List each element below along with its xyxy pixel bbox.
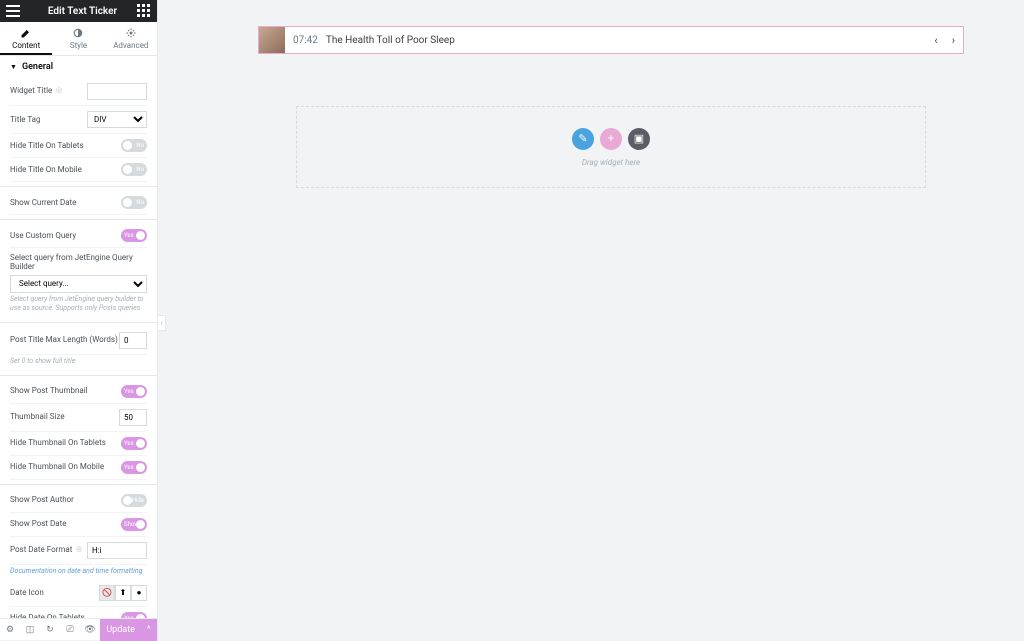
- icon-opt-none[interactable]: 🚫: [99, 585, 115, 601]
- tab-advanced[interactable]: Advanced: [105, 22, 157, 55]
- pencil-icon: [20, 27, 32, 39]
- date-doc-link[interactable]: Documentation on date and time formattin…: [10, 565, 147, 580]
- caret-down-icon: ▼: [10, 63, 17, 71]
- panel-footer: ⚙ ◫ ↻ ⎚ 👁 Update ^: [0, 618, 157, 640]
- date-format-label: Post Date Format⊕: [10, 545, 87, 556]
- hide-date-tablets-toggle[interactable]: Yes: [121, 612, 147, 618]
- drop-zone-text: Drag widget here: [582, 158, 640, 167]
- update-button[interactable]: Update ^: [100, 619, 157, 641]
- hide-thumb-mobile-label: Hide Thumbnail On Mobile: [10, 462, 121, 472]
- update-label: Update: [106, 625, 135, 635]
- post-title-max-input[interactable]: [119, 332, 147, 349]
- thumb-size-input[interactable]: [119, 409, 147, 426]
- hide-thumb-tablets-toggle[interactable]: Yes: [121, 437, 147, 450]
- hide-title-mobile-label: Hide Title On Mobile: [10, 165, 121, 175]
- show-date-toggle[interactable]: Show: [121, 518, 147, 531]
- dynamic-icon[interactable]: ⊕: [75, 545, 83, 555]
- tab-style[interactable]: Style: [52, 22, 104, 55]
- menu-icon[interactable]: [6, 5, 20, 17]
- preview-button[interactable]: 👁: [80, 619, 100, 641]
- hide-title-tablets-toggle[interactable]: No: [121, 139, 147, 152]
- date-icon-options: 🚫 ⬆ ●: [99, 585, 147, 601]
- controls-panel: ▼ General Widget Title⊕ Title Tag DIV Hi…: [0, 56, 157, 618]
- drop-zone[interactable]: ✎ + ▣ Drag widget here: [296, 106, 926, 188]
- style-icon: [72, 27, 84, 39]
- select-query-label: Select query from JetEngine Query Builde…: [10, 248, 147, 271]
- icon-opt-library[interactable]: ●: [131, 585, 147, 601]
- hide-thumb-tablets-label: Hide Thumbnail On Tablets: [10, 438, 121, 448]
- add-section-button[interactable]: ✎: [572, 128, 594, 150]
- show-thumb-label: Show Post Thumbnail: [10, 386, 121, 396]
- show-current-date-toggle[interactable]: No: [121, 196, 147, 209]
- select-query-select[interactable]: Select query...: [10, 275, 147, 293]
- panel-tabs: Content Style Advanced: [0, 22, 157, 56]
- use-custom-query-label: Use Custom Query: [10, 231, 121, 241]
- tab-advanced-label: Advanced: [113, 41, 148, 50]
- tab-style-label: Style: [70, 41, 87, 50]
- responsive-button[interactable]: ⎚: [60, 619, 80, 641]
- apps-icon[interactable]: [137, 4, 151, 18]
- editor-header: Edit Text Ticker: [0, 0, 157, 22]
- add-template-button[interactable]: ▣: [628, 128, 650, 150]
- section-general-label: General: [22, 62, 53, 72]
- icon-opt-upload[interactable]: ⬆: [115, 585, 131, 601]
- show-author-label: Show Post Author: [10, 495, 121, 505]
- header-title: Edit Text Ticker: [28, 6, 137, 17]
- section-general[interactable]: ▼ General: [0, 56, 157, 78]
- navigator-button[interactable]: ◫: [20, 619, 40, 641]
- preview-canvas: 07:42 The Health Toll of Poor Sleep ‹ › …: [158, 0, 1024, 640]
- history-button[interactable]: ↻: [40, 619, 60, 641]
- hide-title-tablets-label: Hide Title On Tablets: [10, 141, 121, 151]
- ticker-prev-icon[interactable]: ‹: [934, 34, 937, 47]
- post-title-max-label: Post Title Max Length (Words): [10, 335, 119, 345]
- thumb-size-label: Thumbnail Size: [10, 412, 119, 422]
- chevron-up-icon: ^: [147, 625, 151, 635]
- use-custom-query-toggle[interactable]: Yes: [121, 229, 147, 242]
- show-current-date-label: Show Current Date: [10, 198, 121, 208]
- widget-title-input[interactable]: [87, 83, 147, 100]
- title-tag-select[interactable]: DIV: [87, 111, 147, 128]
- tab-content-label: Content: [12, 41, 40, 50]
- hide-thumb-mobile-toggle[interactable]: Yes: [121, 461, 147, 474]
- post-time: 07:42: [293, 35, 318, 46]
- post-title: The Health Toll of Poor Sleep: [326, 35, 455, 46]
- text-ticker-widget[interactable]: 07:42 The Health Toll of Poor Sleep ‹ ›: [258, 26, 964, 54]
- show-author-toggle[interactable]: Hide: [121, 494, 147, 507]
- ticker-next-icon[interactable]: ›: [952, 34, 955, 47]
- dynamic-icon[interactable]: ⊕: [55, 86, 63, 96]
- hide-title-mobile-toggle[interactable]: No: [121, 163, 147, 176]
- widget-title-label: Widget Title⊕: [10, 86, 87, 97]
- add-widget-button[interactable]: +: [600, 128, 622, 150]
- post-thumbnail: [259, 27, 285, 53]
- title-tag-label: Title Tag: [10, 115, 87, 125]
- date-format-input[interactable]: [87, 542, 147, 559]
- gear-icon: [125, 27, 137, 39]
- query-help: Select query from JetEngine query builde…: [10, 293, 147, 318]
- show-thumb-toggle[interactable]: Yes: [121, 385, 147, 398]
- show-date-label: Show Post Date: [10, 519, 121, 529]
- max-len-help: Set 0 to show full title: [10, 355, 147, 371]
- date-icon-label: Date Icon: [10, 588, 99, 598]
- settings-button[interactable]: ⚙: [0, 619, 20, 641]
- tab-content[interactable]: Content: [0, 22, 52, 55]
